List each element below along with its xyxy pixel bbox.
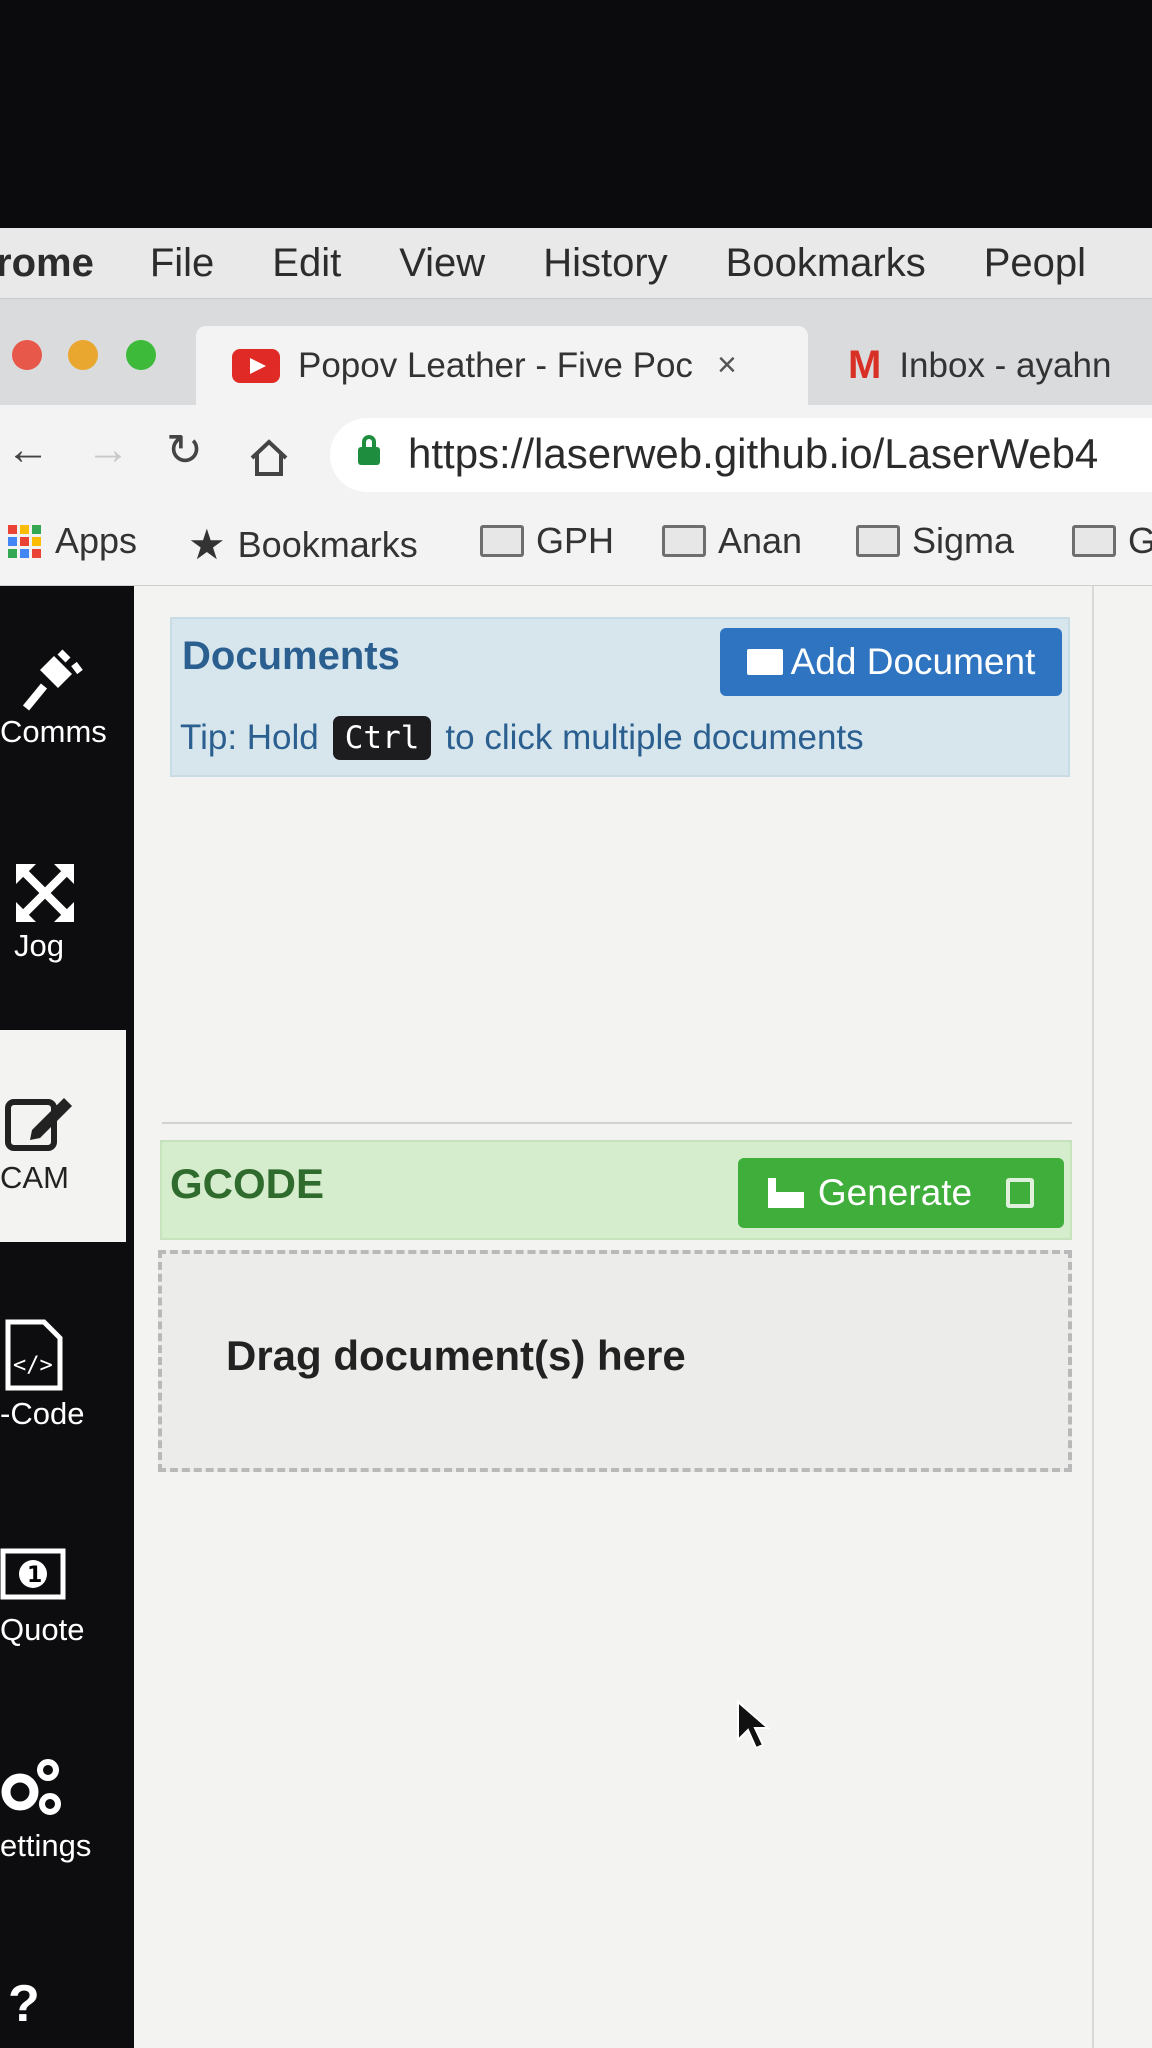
industry-icon	[767, 1178, 804, 1208]
youtube-icon	[232, 348, 280, 383]
lock-icon	[358, 447, 380, 465]
bookmark-apps[interactable]: Apps	[8, 520, 137, 562]
mouse-cursor-icon	[737, 1700, 770, 1750]
home-icon[interactable]	[248, 438, 290, 478]
bookmark-label: G	[1128, 520, 1152, 561]
generate-button[interactable]: Generate	[738, 1158, 1064, 1228]
documents-tip: Tip: Hold Ctrl to click multiple documen…	[180, 716, 864, 760]
bookmark-label: Bookmarks	[237, 523, 418, 565]
bookmark-g[interactable]: G	[1072, 520, 1152, 562]
sidebar-item-comms[interactable]: Comms	[0, 714, 130, 750]
gears-icon	[1, 1759, 61, 1815]
sidebar-item-quote[interactable]: Quote	[0, 1612, 130, 1648]
reload-icon[interactable]: ↻	[166, 425, 203, 476]
star-icon: ★	[188, 521, 226, 568]
tab-inbox[interactable]: M Inbox - ayahn	[830, 326, 1152, 405]
folder-icon	[1072, 525, 1116, 557]
bookmark-label: Anan	[718, 520, 803, 561]
sidebar-item-gcode[interactable]: -Code	[0, 1396, 130, 1432]
gmail-icon: M	[848, 343, 882, 387]
generate-label: Generate	[817, 1172, 973, 1213]
bookmark-gph[interactable]: GPH	[480, 520, 614, 562]
documents-title: Documents	[182, 634, 400, 678]
screen-bezel	[0, 0, 1152, 228]
forward-arrow-icon[interactable]: →	[86, 425, 130, 475]
window-close-button[interactable]	[12, 340, 42, 370]
folder-icon	[856, 525, 900, 557]
menu-history[interactable]: History	[543, 241, 667, 286]
save-icon	[1006, 1178, 1035, 1208]
plug-icon	[22, 649, 83, 711]
apps-grid-icon	[8, 524, 41, 558]
menu-file[interactable]: File	[150, 241, 214, 286]
money-icon: 1	[0, 1548, 66, 1600]
add-document-label: Add Document	[790, 641, 1036, 682]
bookmark-label: Sigma	[912, 520, 1015, 561]
menu-bookmarks[interactable]: Bookmarks	[726, 241, 926, 286]
tab-popov-leather[interactable]: Popov Leather - Five Poc ×	[196, 326, 808, 405]
bookmark-sigma[interactable]: Sigma	[856, 520, 1014, 562]
window-zoom-button[interactable]	[126, 340, 156, 370]
add-document-button[interactable]: Add Document	[720, 628, 1062, 696]
tab-title: Inbox - ayahn	[899, 345, 1112, 385]
bookmark-bookmarks[interactable]: ★ Bookmarks	[188, 520, 418, 569]
tip-text-start: Tip: Hold	[180, 718, 319, 757]
sidebar-item-jog[interactable]: Jog	[14, 928, 144, 964]
back-arrow-icon[interactable]: ←	[6, 425, 50, 475]
bookmark-anan[interactable]: Anan	[662, 520, 802, 562]
section-divider	[162, 1122, 1072, 1124]
tab-close-icon[interactable]: ×	[717, 346, 737, 385]
svg-text:</>: </>	[13, 1353, 53, 1378]
tab-title: Popov Leather - Five Poc	[298, 345, 693, 385]
bookmark-label: GPH	[536, 520, 615, 561]
ctrl-key: Ctrl	[332, 716, 432, 760]
help-icon[interactable]: ?	[8, 1974, 138, 2034]
window-minimize-button[interactable]	[68, 340, 98, 370]
code-file-icon: </>	[5, 1319, 63, 1391]
menu-people[interactable]: Peopl	[984, 241, 1086, 286]
menu-view[interactable]: View	[399, 241, 485, 286]
edit-icon	[5, 1098, 72, 1151]
panel-edge	[1092, 586, 1094, 2048]
menu-app-name[interactable]: rome	[0, 241, 94, 286]
url-text[interactable]: https://laserweb.github.io/LaserWeb4	[408, 430, 1098, 478]
folder-icon	[662, 525, 706, 557]
sidebar-item-cam[interactable]: CAM	[0, 1160, 130, 1196]
arrows-icon	[16, 864, 74, 922]
drop-zone-text: Drag document(s) here	[226, 1332, 686, 1379]
gcode-title: GCODE	[170, 1160, 325, 1207]
menu-edit[interactable]: Edit	[272, 241, 341, 286]
folder-icon	[480, 525, 524, 557]
folder-open-icon	[746, 649, 783, 675]
svg-text:1: 1	[27, 1563, 42, 1588]
sidebar-item-settings[interactable]: ettings	[0, 1828, 130, 1864]
bookmark-label: Apps	[55, 520, 138, 561]
mac-menu-bar: rome File Edit View History Bookmarks Pe…	[0, 228, 1152, 299]
tip-text-end: to click multiple documents	[445, 718, 864, 757]
